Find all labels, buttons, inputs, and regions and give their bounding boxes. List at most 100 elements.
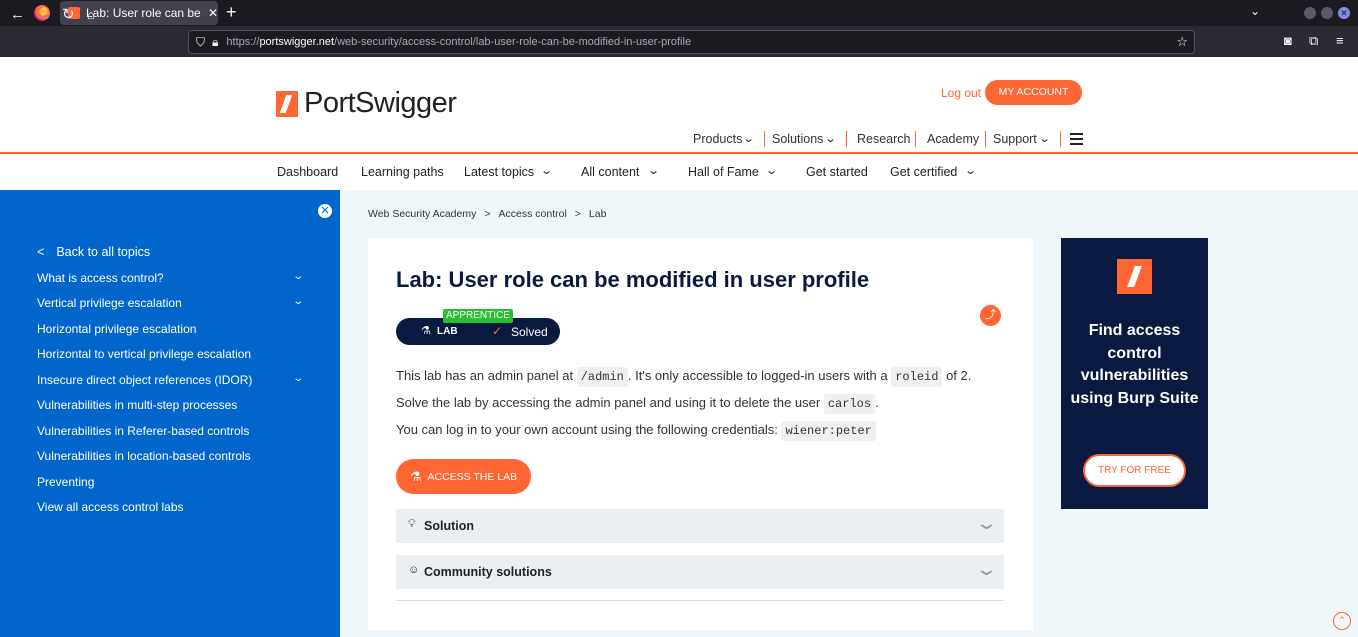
sidebar-item-location-based[interactable]: Vulnerabilities in location-based contro… [37,449,251,463]
flask-icon: ⚗ [409,468,422,484]
nav-divider [1060,131,1061,147]
chevron-left-icon: < [37,245,45,259]
pocket-icon[interactable]: ◙ [1284,33,1292,48]
chevron-down-icon[interactable]: ⌄ [292,373,304,384]
chevron-down-icon[interactable]: ⌄ [1038,132,1051,145]
ad-text: Find access control vulnerabilities usin… [1070,322,1199,407]
nav-research[interactable]: Research [857,132,911,146]
extensions-icon[interactable]: ⧉ [1309,33,1318,49]
address-bar[interactable]: ⛉ 🔒︎ https://portswigger.net/web-securit… [188,30,1195,54]
card-divider [396,600,1004,601]
community-solutions-label: Community solutions [424,565,552,579]
sidebar-item-idor[interactable]: Insecure direct object references (IDOR) [37,373,252,387]
chevron-down-icon[interactable]: ⌄ [292,271,304,282]
portswigger-logo-icon [276,90,298,117]
nav-divider [764,131,765,147]
reload-icon[interactable]: ↻ [62,6,75,24]
breadcrumb-lab[interactable]: Lab [589,208,607,220]
lock-icon[interactable]: 🔒︎ [212,35,218,50]
log-out-link[interactable]: Log out [941,86,981,100]
nav-divider [915,131,916,147]
scroll-to-top-icon[interactable]: ⌃ [1333,612,1351,630]
breadcrumb-separator: > [484,208,491,220]
flask-icon: ⚗ [421,325,431,337]
community-solutions-accordion[interactable]: ☺ Community solutions ⌄ [396,555,1004,589]
subnav-hall-of-fame[interactable]: Hall of Fame [688,165,759,179]
browser-tab[interactable]: Lab: User role can be modi ✕ [60,1,218,25]
subnav-dashboard[interactable]: Dashboard [277,165,338,179]
lab-description-1: This lab has an admin panel at /admin. I… [396,367,971,387]
page-title: Lab: User role can be modified in user p… [396,267,870,292]
nav-divider [985,131,986,147]
sidebar-item-horizontal-to-vertical[interactable]: Horizontal to vertical privilege escalat… [37,347,251,361]
minimize-window-button[interactable] [1304,7,1316,19]
nav-divider [846,131,847,147]
sidebar-item-vertical-privilege-escalation[interactable]: Vertical privilege escalation [37,296,182,310]
check-icon: ✓ [492,324,503,338]
subnav-all-content[interactable]: All content [581,165,639,179]
close-sidebar-icon[interactable]: ✕ [318,204,332,218]
subnav-get-certified[interactable]: Get certified [890,165,957,179]
maximize-window-button[interactable] [1321,7,1333,19]
code-admin-path: /admin [576,367,628,387]
list-tabs-icon[interactable]: ⌄ [1250,4,1260,18]
level-badge: APPRENTICE [443,309,513,323]
try-for-free-button[interactable]: TRY FOR FREE [1083,454,1186,487]
chevron-down-icon[interactable]: ⌄ [974,513,998,534]
sidebar-item-view-all-labs[interactable]: View all access control labs [37,500,184,514]
back-arrow-icon[interactable]: ← [10,6,25,24]
access-button-label: ACCESS THE LAB [427,470,518,483]
lab-description-3: You can log in to your own account using… [396,421,876,441]
logo-text: PortSwigger [304,87,457,119]
new-tab-button[interactable]: + [226,3,237,21]
solution-accordion[interactable]: 💡︎ Solution ⌄ [396,509,1004,543]
breadcrumb-web-security-academy[interactable]: Web Security Academy [368,208,476,220]
close-window-button[interactable]: ✕ [1338,7,1350,19]
subnav-learning-paths[interactable]: Learning paths [361,165,444,179]
breadcrumb: Web Security Academy > Access control > Lab [368,208,606,220]
nav-academy[interactable]: Academy [927,132,979,146]
chevron-down-icon[interactable]: ⌄ [765,164,778,177]
close-tab-icon[interactable]: ✕ [208,6,218,20]
solution-label: Solution [424,519,474,533]
breadcrumb-separator: > [574,208,581,220]
sidebar-item-what-is-access-control[interactable]: What is access control? [37,271,164,285]
nav-products[interactable]: Products [693,132,742,146]
chevron-down-icon[interactable]: ⌄ [824,132,837,145]
burp-logo-icon [1117,259,1152,294]
share-icon[interactable]: ⤴ [980,305,1001,326]
url-text[interactable]: https://portswigger.net/web-security/acc… [226,36,691,48]
chevron-down-icon[interactable]: ⌄ [974,559,998,580]
forward-arrow-icon[interactable]: → [36,6,51,24]
chevron-down-icon[interactable]: ⌄ [540,164,553,177]
back-to-all-topics-link[interactable]: < Back to all topics [37,245,150,259]
my-account-button[interactable]: MY ACCOUNT [985,80,1082,105]
chevron-down-icon[interactable]: ⌄ [647,164,660,177]
chevron-down-icon[interactable]: ⌄ [964,164,977,177]
chevron-down-icon[interactable]: ⌄ [742,132,755,145]
sidebar-item-multi-step[interactable]: Vulnerabilities in multi-step processes [37,398,237,412]
nav-support[interactable]: Support [993,132,1037,146]
chevron-down-icon[interactable]: ⌄ [292,296,304,307]
shield-icon[interactable]: ⛉ [196,35,205,50]
back-label: Back to all topics [56,245,151,259]
code-roleid: roleid [891,367,943,387]
hamburger-menu-icon[interactable] [1070,133,1083,148]
access-the-lab-button[interactable]: ⚗ ACCESS THE LAB [396,459,531,494]
sidebar-item-preventing[interactable]: Preventing [37,475,94,489]
sidebar-item-referer-based[interactable]: Vulnerabilities in Referer-based control… [37,424,249,438]
subnav-get-started[interactable]: Get started [806,165,868,179]
sidebar-item-horizontal-privilege-escalation[interactable]: Horizontal privilege escalation [37,322,196,336]
status-badge: Solved [511,325,548,339]
lab-description-2: Solve the lab by accessing the admin pan… [396,394,879,414]
code-carlos: carlos [823,394,876,414]
code-credentials: wiener:peter [781,421,876,441]
nav-solutions[interactable]: Solutions [772,132,823,146]
bookmark-star-icon[interactable]: ☆ [1176,34,1188,50]
tab-title: Lab: User role can be modi [86,6,204,20]
home-icon[interactable]: ⌂ [87,6,95,24]
app-menu-icon[interactable]: ≡ [1336,33,1344,48]
portswigger-logo[interactable]: PortSwigger [276,87,457,120]
breadcrumb-access-control[interactable]: Access control [499,208,567,220]
subnav-latest-topics[interactable]: Latest topics [464,165,534,179]
